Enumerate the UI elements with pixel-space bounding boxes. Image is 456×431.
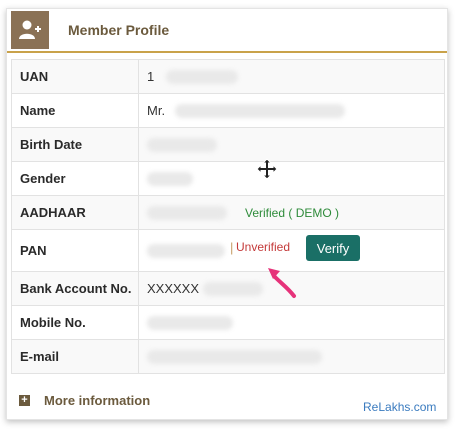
redacted-value (147, 244, 225, 259)
more-information-link[interactable]: + More information (19, 393, 150, 408)
row-label: UAN (11, 59, 139, 94)
row-value (138, 305, 445, 340)
table-row: AADHAAR Verified ( DEMO ) (11, 195, 445, 230)
table-row: Mobile No. (11, 305, 445, 340)
row-label: Birth Date (11, 127, 139, 162)
row-label: AADHAAR (11, 195, 139, 230)
more-information-label: More information (44, 393, 151, 408)
aadhaar-status-badge: Verified ( DEMO ) (245, 206, 340, 220)
table-row: Name Mr. (11, 93, 445, 128)
row-value (138, 339, 445, 374)
page-title: Member Profile (68, 22, 170, 38)
redacted-value (147, 206, 227, 221)
verify-pan-button[interactable]: Verify (306, 235, 360, 261)
uan-value: 1 (147, 69, 155, 85)
row-value: Verified ( DEMO ) (138, 195, 445, 230)
row-label: PAN (11, 229, 139, 272)
row-label: Bank Account No. (11, 271, 139, 306)
table-row: UAN 1 (11, 59, 445, 94)
row-label: Name (11, 93, 139, 128)
redacted-value (147, 138, 217, 153)
name-value: Mr. (147, 103, 166, 119)
row-label: E-mail (11, 339, 139, 374)
plus-icon: + (19, 395, 30, 406)
redacted-value (174, 104, 345, 119)
table-row: Bank Account No. XXXXXX (11, 271, 445, 306)
row-label: Gender (11, 161, 139, 196)
row-value (138, 127, 445, 162)
redacted-value (147, 350, 322, 365)
redacted-value (165, 70, 238, 85)
member-profile-card: Member Profile UAN 1 Name Mr. Birth Date… (6, 8, 448, 420)
row-label: Mobile No. (11, 305, 139, 340)
row-value: Mr. (138, 93, 445, 128)
separator: | (230, 240, 234, 255)
row-value (138, 161, 445, 196)
move-cursor-icon (256, 158, 278, 180)
bank-account-value: XXXXXX (147, 281, 200, 297)
pan-status-badge: Unverified (236, 240, 291, 254)
profile-table: UAN 1 Name Mr. Birth Date Gender AADHAAR… (11, 59, 445, 374)
table-row: Birth Date (11, 127, 445, 162)
table-row: PAN | Unverified Verify (11, 229, 445, 272)
redacted-value (147, 316, 233, 331)
redacted-value (147, 172, 193, 187)
table-row: E-mail (11, 339, 445, 374)
row-value: 1 (138, 59, 445, 94)
card-header: Member Profile (7, 9, 447, 53)
watermark: ReLakhs.com (363, 400, 437, 414)
annotation-arrow-icon (268, 268, 296, 298)
redacted-value (202, 282, 263, 297)
add-user-icon (11, 11, 49, 49)
table-row: Gender (11, 161, 445, 196)
